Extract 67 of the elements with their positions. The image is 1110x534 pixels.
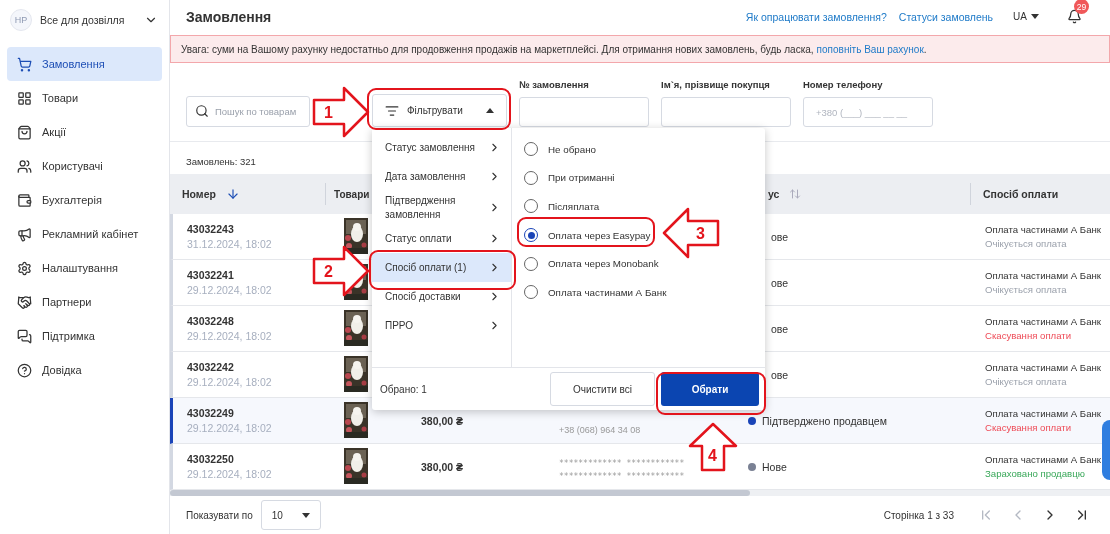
notification-badge: 29 <box>1074 0 1089 14</box>
order-date: 29.12.2024, 18:02 <box>187 376 273 388</box>
order-status: Підтверджено продавцем <box>762 414 887 427</box>
order-number: 43032241 <box>187 269 235 281</box>
sidebar-item-label: Довідка <box>42 364 82 376</box>
payment-status: Очікується оплата <box>985 376 1068 387</box>
order-status: ове <box>771 368 789 381</box>
order-status: ове <box>771 230 789 243</box>
sidebar-item-label: Замовлення <box>42 58 105 70</box>
option-label: Оплата через Easypay <box>548 229 651 241</box>
order-status: ове <box>771 322 789 335</box>
order-date: 29.12.2024, 18:02 <box>187 284 273 296</box>
order-date: 29.12.2024, 18:02 <box>187 422 273 434</box>
option-label: Післяплата <box>548 201 600 212</box>
payment-status: Очікується оплата <box>985 238 1068 249</box>
order-number: 43032242 <box>187 361 235 373</box>
option-label: Не обрано <box>548 143 597 155</box>
order-price: 380,00 ₴ <box>420 460 464 473</box>
order-date: 31.12.2024, 18:02 <box>187 238 273 250</box>
order-number: 43032248 <box>187 315 235 327</box>
sidebar-item-label: Користувачі <box>42 160 103 172</box>
avatar: НР <box>10 9 32 31</box>
customer-info: ************* ************ <box>559 459 685 468</box>
callout-number: 2 <box>324 264 333 280</box>
payment-method: Оплата частинами А Банк <box>985 362 1102 373</box>
payment-method: Оплата частинами А Банк <box>985 270 1102 281</box>
column-header: Спосіб оплати <box>970 183 1110 205</box>
sidebar-item-label: Партнери <box>42 296 92 308</box>
order-number: 43032243 <box>187 223 235 235</box>
sidebar-item-label: Підтримка <box>42 330 95 342</box>
payment-status: Скасування оплати <box>985 330 1073 341</box>
order-number: 43032250 <box>187 453 235 465</box>
order-price: 380,00 ₴ <box>420 414 464 427</box>
page-size-label: Показувати по <box>186 509 253 521</box>
payment-method: Оплата частинами А Банк <box>985 454 1102 465</box>
order-status: ове <box>771 276 789 289</box>
sidebar-item-label: Налаштування <box>42 262 119 274</box>
warning-message: Увага: суми на Вашому рахунку недостатньо для продовження продажів на маркетплейсі. Для отримання нових замовлень, будь ласка, поповніть Ваш рахунок. <box>170 35 1110 63</box>
order-status: Нове <box>762 460 787 473</box>
field-label: № замовлення <box>519 79 590 90</box>
callout-number: 4 <box>708 448 717 464</box>
payment-status: Скасування оплати <box>985 422 1073 433</box>
payment-status: Очікується оплата <box>985 284 1068 295</box>
payment-method: Оплата частинами А Банк <box>985 316 1102 327</box>
option-label: Оплата через Monobank <box>548 258 659 270</box>
order-number: 43032249 <box>187 407 235 419</box>
account-name: Все для дозвілля <box>40 14 126 26</box>
page-title: Замовлення <box>186 8 273 25</box>
customer-info: ************* ************ <box>559 472 685 481</box>
sidebar-item-label: Товари <box>42 92 79 104</box>
sidebar-item-label: Бухгалтерія <box>42 194 102 206</box>
callout-number: 1 <box>324 105 333 121</box>
sidebar-item-label: Рекламний кабінет <box>42 228 139 240</box>
order-date: 29.12.2024, 18:02 <box>187 330 273 342</box>
selected-count: Обрано: 1 <box>380 383 428 395</box>
field-label: Ім`я, прізвище покупця <box>661 79 771 90</box>
option-label: При отриманні <box>548 172 615 184</box>
customer-info: +38 (068) 964 34 08 <box>559 425 641 435</box>
payment-method: Оплата частинами А Банк <box>985 224 1102 235</box>
option-label: Оплата частинами А Банк <box>548 286 667 298</box>
payment-status: Зараховано продавцю <box>985 468 1086 479</box>
order-date: 29.12.2024, 18:02 <box>187 468 273 480</box>
page-indicator: Сторінка 1 з 33 <box>883 509 954 521</box>
callout-number: 3 <box>696 226 705 242</box>
field-label: Номер телефону <box>803 79 884 90</box>
payment-method: Оплата частинами А Банк <box>985 408 1102 419</box>
sidebar-item-label: Акції <box>42 126 66 138</box>
